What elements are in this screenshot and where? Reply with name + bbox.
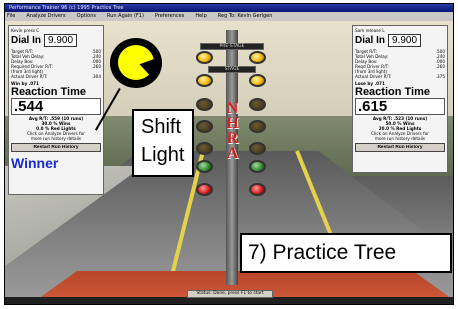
stage-bulb-right: [249, 74, 266, 87]
left-dial-in-label: Dial In: [11, 35, 42, 46]
right-driver-panel: Sam release L Dial In 9.900 Target R/T:.…: [352, 25, 448, 173]
green-bulb-left: [196, 160, 213, 173]
nhra-logo: NHRA: [221, 100, 243, 190]
left-stat-row: Actual Driver R/T: .304: [11, 74, 101, 79]
right-panel-header: Sam release L: [355, 28, 385, 33]
left-driver-panel: Kevin press C Dial In 9.900 Target R/T:.…: [8, 25, 104, 195]
left-dial-in-field[interactable]: 9.900: [44, 34, 78, 47]
menu-bar: File Analyze Drivers Options Run Again (…: [5, 12, 453, 21]
right-dial-in-label: Dial In: [355, 35, 386, 46]
shift-light-callout: Shift Light: [132, 109, 194, 177]
stage-label: STAGE: [208, 66, 256, 73]
menu-help[interactable]: Help: [195, 12, 206, 21]
pre-stage-label: PRE-STAGE: [200, 43, 264, 50]
amber-bulb-right-3: [249, 142, 266, 155]
right-dial-in-field[interactable]: 9.900: [388, 34, 422, 47]
pre-stage-bulb-right: [249, 51, 266, 64]
window-title: Performance Trainer 96 (c) 1995 Practice…: [9, 5, 124, 11]
registration-label: Reg To: Kevin Gerlgen: [217, 13, 273, 19]
amber-bulb-right-2: [249, 120, 266, 133]
red-bulb-left: [196, 183, 213, 196]
practice-tree-callout: 7) Practice Tree: [240, 233, 452, 273]
status-bar: Status: Done, press F1 to start: [187, 290, 273, 298]
green-bulb-right: [249, 160, 266, 173]
shift-light-icon: [110, 38, 162, 88]
stage-bulb-left: [196, 74, 213, 87]
amber-bulb-left-1: [196, 98, 213, 111]
left-hint-line: more run history details: [30, 136, 82, 141]
shift-light-callout-line2: Light: [141, 144, 185, 166]
right-reaction-time-value: .615: [355, 98, 445, 115]
right-reaction-time-label: Reaction Time: [355, 86, 430, 98]
amber-bulb-left-3: [196, 142, 213, 155]
left-panel-header: Kevin press C: [11, 28, 40, 33]
pre-stage-bulb-left: [196, 51, 213, 64]
amber-bulb-right-1: [249, 98, 266, 111]
right-stat-row: Actual Driver R/T: .375: [355, 74, 445, 79]
left-reaction-time-label: Reaction Time: [11, 86, 86, 98]
menu-preferences[interactable]: Preferences: [155, 12, 184, 21]
winner-label: Winner: [11, 155, 59, 171]
menu-analyze-drivers[interactable]: Analyze Drivers: [26, 12, 65, 21]
right-restart-history-button[interactable]: Restart Run History: [355, 143, 445, 152]
menu-run-again[interactable]: Run Again (F1): [107, 12, 144, 21]
nhra-logo-text: NHRA: [224, 100, 241, 160]
red-bulb-right: [249, 183, 266, 196]
right-hint-line: more run history details: [374, 136, 426, 141]
amber-bulb-left-2: [196, 120, 213, 133]
right-dial-in: Dial In 9.900: [355, 34, 445, 47]
menu-options[interactable]: Options: [77, 12, 96, 21]
left-reaction-time-value: .544: [11, 98, 101, 115]
shift-light-callout-line1: Shift: [141, 116, 182, 138]
left-dial-in: Dial In 9.900: [11, 34, 101, 47]
left-restart-history-button[interactable]: Restart Run History: [11, 143, 101, 152]
menu-file[interactable]: File: [7, 12, 15, 21]
title-bar: Performance Trainer 96 (c) 1995 Practice…: [5, 4, 453, 12]
